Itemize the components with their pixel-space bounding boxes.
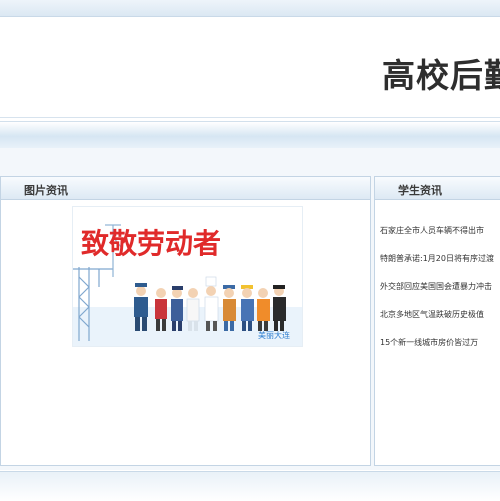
poster-headline: 致敬劳动者 [81,227,221,260]
labor-day-poster-image: 致敬劳动者 美丽大连 [73,207,302,346]
news-item[interactable]: 特朗普承诺:1月20日将有序过渡 [380,245,494,273]
panel-header: 学生资讯 [375,177,500,200]
picture-news-title: 图片资讯 [24,184,68,197]
footer-strip [0,471,500,501]
news-picture[interactable]: 致敬劳动者 美丽大连 [72,206,303,347]
news-item[interactable]: 外交部回应美国国会遭暴力冲击 [380,273,494,301]
panel-header: 图片资讯 [1,177,370,200]
nav-bar [0,121,500,149]
picture-news-panel: 图片资讯 致敬劳动者 美丽大连 [0,176,371,466]
news-list: 石家庄全市人员车辆不得出市 特朗普承诺:1月20日将有序过渡 外交部回应美国国会… [380,217,494,357]
top-strip [0,0,500,17]
news-item[interactable]: 15个新一线城市房价皆过万 [380,329,494,357]
news-item[interactable]: 北京多地区气温跌破历史极值 [380,301,494,329]
poster-caption: 美丽大连 [258,330,290,340]
site-title: 高校后勤 [382,56,500,95]
student-news-panel: 学生资讯 石家庄全市人员车辆不得出市 特朗普承诺:1月20日将有序过渡 外交部回… [374,176,500,466]
news-item[interactable]: 石家庄全市人员车辆不得出市 [380,217,494,245]
student-news-title: 学生资讯 [398,184,442,197]
